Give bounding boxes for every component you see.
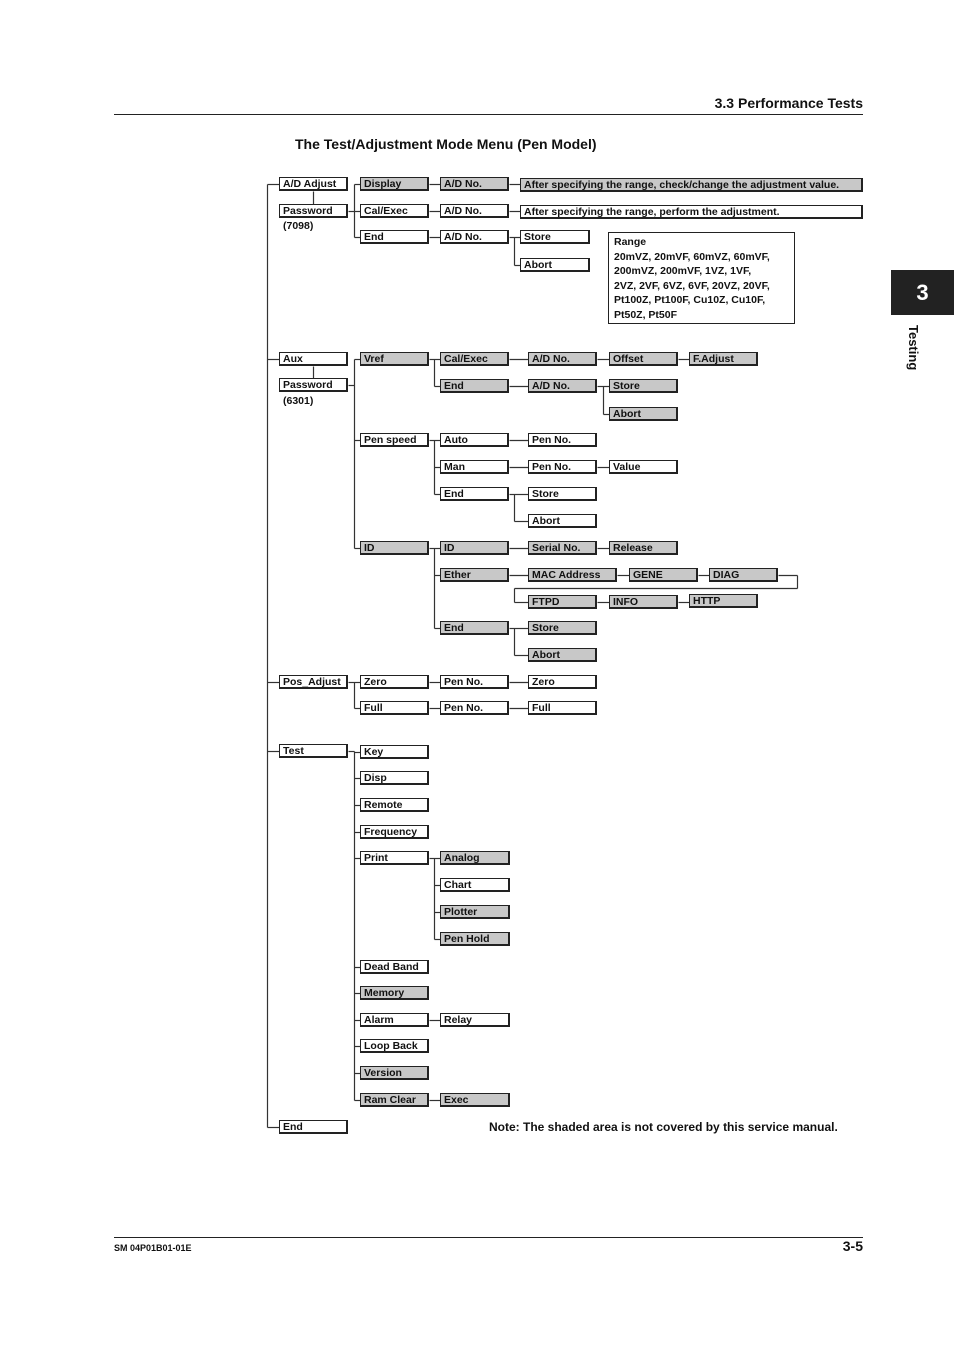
menu-node-pos-zero[interactable]: Zero: [360, 675, 429, 689]
range-line: 20mVZ, 20mVF, 60mVZ, 60mVF,: [614, 250, 770, 263]
menu-node-id-diag[interactable]: DIAG: [709, 568, 778, 582]
menu-node-t-deadband[interactable]: Dead Band: [360, 960, 429, 974]
menu-node-id-gene[interactable]: GENE: [629, 568, 698, 582]
menu-node-t-loopback[interactable]: Loop Back: [360, 1039, 429, 1053]
menu-node-display-adno[interactable]: A/D No.: [440, 177, 509, 191]
menu-node-pos-adjust[interactable]: Pos_Adjust: [279, 675, 348, 689]
menu-node-id-store[interactable]: Store: [528, 621, 597, 635]
menu-node-id-ftpd[interactable]: FTPD: [528, 595, 597, 609]
menu-node-test[interactable]: Test: [279, 744, 348, 758]
aux-password-code: (6301): [283, 395, 314, 407]
menu-node-ps-auto[interactable]: Auto: [440, 433, 509, 447]
menu-node-t-chart[interactable]: Chart: [440, 878, 510, 892]
menu-node-vref-fadjust[interactable]: F.Adjust: [689, 352, 758, 366]
footnote: Note: The shaded area is not covered by …: [489, 1120, 838, 1134]
range-line: Pt100Z, Pt100F, Cu10Z, Cu10F,: [614, 294, 766, 306]
menu-node-ps-abort[interactable]: Abort: [528, 514, 597, 528]
ad-password-code: (7098): [283, 220, 314, 232]
menu-node-calexec-adno[interactable]: A/D No.: [440, 204, 509, 218]
menu-node-display-desc[interactable]: After specifying the range, check/change…: [520, 178, 863, 192]
menu-node-t-relay[interactable]: Relay: [440, 1013, 510, 1027]
menu-node-root-end[interactable]: End: [279, 1120, 348, 1134]
menu-node-t-disp[interactable]: Disp: [360, 771, 429, 785]
menu-node-ps-store[interactable]: Store: [528, 487, 597, 501]
menu-node-t-exec[interactable]: Exec: [440, 1093, 510, 1107]
menu-node-id[interactable]: ID: [360, 541, 429, 555]
menu-node-ps-man-penno[interactable]: Pen No.: [528, 460, 597, 474]
menu-node-t-version[interactable]: Version: [360, 1066, 429, 1080]
menu-node-pos-full-full[interactable]: Full: [528, 701, 597, 715]
menu-node-id-mac[interactable]: MAC Address: [528, 568, 617, 582]
menu-node-t-remote[interactable]: Remote: [360, 798, 429, 812]
menu-node-ad-adjust[interactable]: A/D Adjust: [279, 177, 348, 191]
menu-node-pos-full[interactable]: Full: [360, 701, 429, 715]
menu-node-ad-store[interactable]: Store: [520, 230, 590, 244]
menu-node-vref-store[interactable]: Store: [609, 379, 678, 393]
menu-node-t-print[interactable]: Print: [360, 851, 429, 865]
menu-node-vref-end[interactable]: End: [440, 379, 509, 393]
menu-node-ad-password[interactable]: Password: [279, 204, 348, 218]
doc-id: SM 04P01B01-01E: [114, 1243, 192, 1253]
menu-node-ad-end-adno[interactable]: A/D No.: [440, 230, 509, 244]
menu-node-id-http[interactable]: HTTP: [689, 594, 758, 608]
menu-node-t-analog[interactable]: Analog: [440, 851, 510, 865]
page-number: 3-5: [842, 1238, 863, 1254]
menu-node-t-alarm[interactable]: Alarm: [360, 1013, 429, 1027]
menu-node-ps-auto-penno[interactable]: Pen No.: [528, 433, 597, 447]
menu-node-id-end[interactable]: End: [440, 621, 509, 635]
menu-node-t-key[interactable]: Key: [360, 745, 429, 759]
menu-node-t-plotter[interactable]: Plotter: [440, 905, 510, 919]
menu-node-id-info[interactable]: INFO: [609, 595, 678, 609]
menu-node-ps-value[interactable]: Value: [609, 460, 678, 474]
menu-node-ps-man[interactable]: Man: [440, 460, 509, 474]
menu-node-vref-calexec-adno[interactable]: A/D No.: [528, 352, 597, 366]
menu-node-calexec-desc[interactable]: After specifying the range, perform the …: [520, 205, 863, 219]
range-line: 200mVZ, 200mVF, 1VZ, 1VF,: [614, 265, 752, 277]
menu-node-id-ether[interactable]: Ether: [440, 568, 509, 582]
menu-node-t-ramclear[interactable]: Ram Clear: [360, 1093, 429, 1107]
range-line: Pt50Z, Pt50F: [614, 308, 678, 321]
menu-node-ps-end[interactable]: End: [440, 487, 509, 501]
range-line: 2VZ, 2VF, 6VZ, 6VF, 20VZ, 20VF,: [614, 279, 770, 292]
menu-node-pos-full-penno[interactable]: Pen No.: [440, 701, 509, 715]
menu-node-vref-offset[interactable]: Offset: [609, 352, 678, 366]
footer-rule: [114, 1237, 863, 1238]
menu-node-pos-zero-penno[interactable]: Pen No.: [440, 675, 509, 689]
menu-node-ad-end[interactable]: End: [360, 230, 429, 244]
menu-node-calexec[interactable]: Cal/Exec: [360, 204, 429, 218]
range-title: Range: [614, 236, 647, 248]
menu-node-id-release[interactable]: Release: [609, 541, 678, 555]
menu-node-t-frequency[interactable]: Frequency: [360, 825, 429, 839]
menu-node-vref-calexec[interactable]: Cal/Exec: [440, 352, 509, 366]
menu-node-vref[interactable]: Vref: [360, 352, 429, 366]
menu-node-id-id[interactable]: ID: [440, 541, 509, 555]
menu-node-ad-abort[interactable]: Abort: [520, 258, 590, 272]
menu-node-id-serial[interactable]: Serial No.: [528, 541, 597, 555]
menu-node-pos-zero-zero[interactable]: Zero: [528, 675, 597, 689]
menu-node-id-abort[interactable]: Abort: [528, 648, 597, 662]
menu-node-vref-abort[interactable]: Abort: [609, 407, 678, 421]
menu-node-t-memory[interactable]: Memory: [360, 986, 429, 1000]
menu-node-penspeed[interactable]: Pen speed: [360, 433, 429, 447]
menu-node-display[interactable]: Display: [360, 177, 429, 191]
menu-node-vref-end-adno[interactable]: A/D No.: [528, 379, 597, 393]
menu-node-aux-password[interactable]: Password: [279, 378, 348, 392]
range-box: Range 20mVZ, 20mVF, 60mVZ, 60mVF, 200mVZ…: [608, 232, 795, 324]
menu-node-t-penhold[interactable]: Pen Hold: [440, 932, 510, 946]
menu-node-aux[interactable]: Aux: [279, 352, 348, 366]
